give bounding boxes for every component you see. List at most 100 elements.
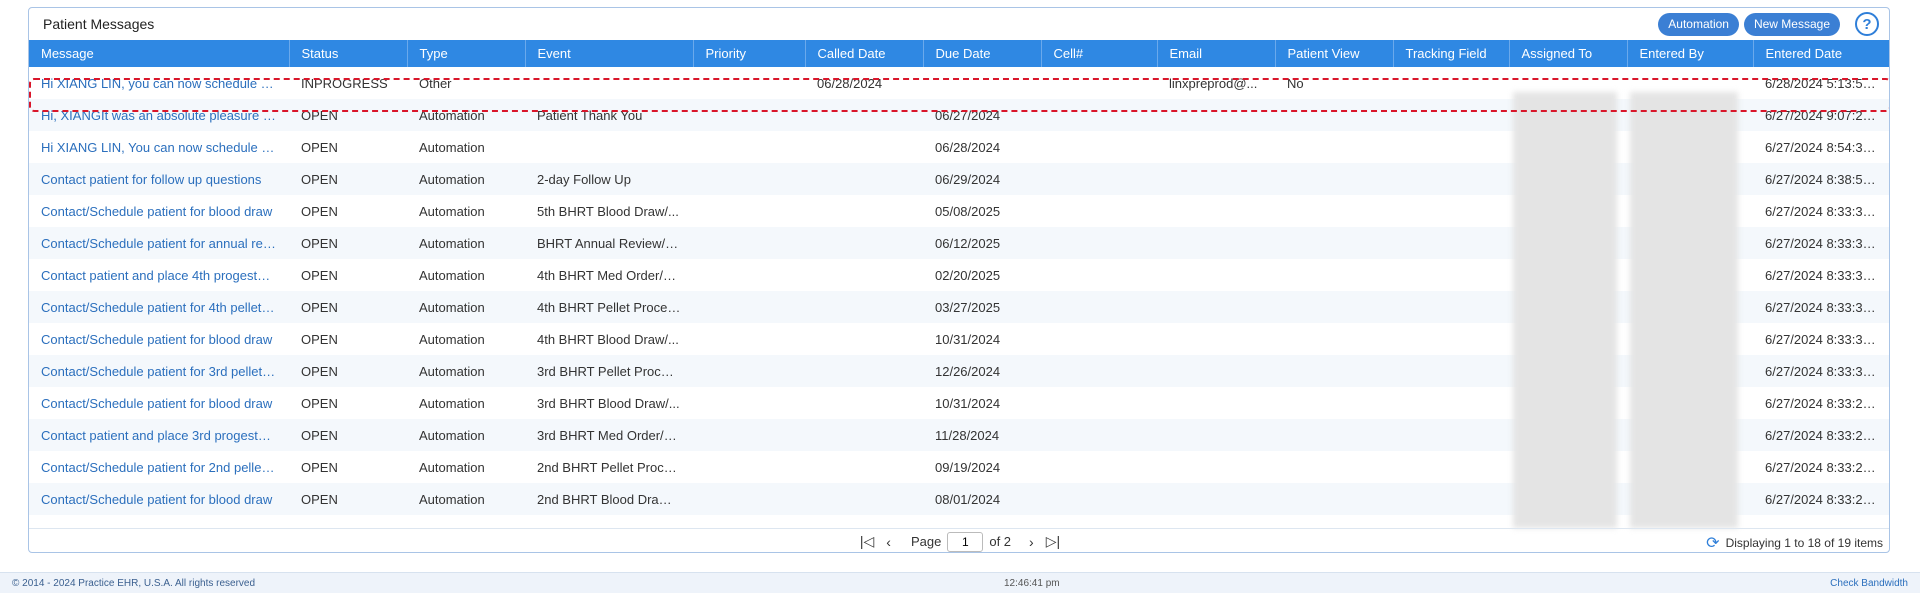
table-cell: 6/27/2024 9:07:22 A... bbox=[1753, 99, 1889, 131]
table-cell: 6/27/2024 8:33:29 A... bbox=[1753, 419, 1889, 451]
table-cell: 6/28/2024 5:13:50 A... bbox=[1765, 75, 1889, 91]
table-cell bbox=[1157, 323, 1275, 355]
table-cell bbox=[1275, 291, 1393, 323]
column-header-entered-by[interactable]: Entered By bbox=[1627, 40, 1754, 67]
header-actions: Automation New Message ? bbox=[1658, 12, 1879, 36]
table-cell: Automation bbox=[419, 395, 485, 411]
table-cell: 6/27/2024 8:33:29 A... bbox=[1765, 395, 1889, 411]
message-link[interactable]: Contact/Schedule patient for annual revi… bbox=[29, 227, 289, 259]
new-message-button[interactable]: New Message bbox=[1743, 12, 1840, 36]
column-header-due-date[interactable]: Due Date bbox=[923, 40, 1042, 67]
table-cell bbox=[805, 419, 923, 451]
table-cell: OPEN bbox=[289, 99, 407, 131]
table-cell: OPEN bbox=[301, 139, 338, 155]
column-header-tracking-field[interactable]: Tracking Field bbox=[1393, 40, 1510, 67]
table-cell bbox=[525, 131, 693, 163]
column-header-type[interactable]: Type bbox=[407, 40, 526, 67]
table-cell bbox=[693, 259, 805, 291]
table-cell bbox=[1393, 131, 1509, 163]
table-cell bbox=[1157, 99, 1275, 131]
message-link[interactable]: Contact patient for follow up questions bbox=[29, 163, 289, 195]
display-count: Displaying 1 to 18 of 19 items bbox=[1725, 536, 1883, 550]
table-cell: 3rd BHRT Med Order/1... bbox=[525, 419, 693, 451]
table-cell: OPEN bbox=[301, 395, 338, 411]
table-cell bbox=[1275, 195, 1393, 227]
table-cell bbox=[1393, 99, 1509, 131]
table-cell: 2nd BHRT Blood Draw/... bbox=[525, 483, 693, 515]
clock: 12:46:41 pm bbox=[1004, 578, 1060, 589]
table-cell: Other bbox=[419, 75, 452, 91]
table-cell: 06/28/2024 bbox=[817, 75, 883, 91]
table-cell: 2-day Follow Up bbox=[525, 163, 693, 195]
first-page-icon[interactable]: |◁ bbox=[860, 533, 874, 550]
refresh-icon[interactable]: ⟳ bbox=[1706, 533, 1719, 552]
column-header-entered-date[interactable]: Entered Date bbox=[1753, 40, 1889, 67]
message-link[interactable]: Contact/Schedule patient for blood draw bbox=[29, 323, 289, 355]
table-cell bbox=[1041, 387, 1157, 419]
table-cell bbox=[1393, 195, 1509, 227]
table-cell bbox=[693, 451, 805, 483]
table-cell: linxpreprod@... bbox=[1169, 75, 1258, 91]
table-cell: Automation bbox=[419, 267, 485, 283]
table-cell bbox=[1393, 67, 1509, 99]
message-link[interactable]: Contact patient and place 4th progestero… bbox=[29, 259, 289, 291]
page-number-input[interactable] bbox=[947, 531, 984, 552]
table-cell: 6/27/2024 8:33:31 A... bbox=[1765, 267, 1889, 283]
table-cell bbox=[1157, 163, 1275, 195]
table-cell bbox=[1275, 419, 1393, 451]
table-cell: OPEN bbox=[289, 419, 407, 451]
table-cell bbox=[1157, 451, 1275, 483]
table-cell bbox=[1157, 259, 1275, 291]
last-page-icon[interactable]: ▷| bbox=[1046, 533, 1060, 550]
table-cell: 08/01/2024 bbox=[923, 483, 1041, 515]
column-header-status[interactable]: Status bbox=[289, 40, 408, 67]
message-link[interactable]: Contact/Schedule patient for blood draw bbox=[29, 387, 289, 419]
automation-button[interactable]: Automation bbox=[1658, 12, 1739, 36]
message-link[interactable]: Hi, XIANGIt was an absolute pleasure mee… bbox=[29, 99, 289, 131]
table-cell: 06/29/2024 bbox=[923, 163, 1041, 195]
message-link[interactable]: Contact/Schedule patient for blood draw bbox=[29, 195, 289, 227]
column-header-called-date[interactable]: Called Date bbox=[805, 40, 924, 67]
table-cell bbox=[693, 291, 805, 323]
table-cell: 6/27/2024 8:38:57 A... bbox=[1753, 163, 1889, 195]
page-label: Page bbox=[910, 534, 942, 549]
table-cell: 4th BHRT Blood Draw/... bbox=[537, 331, 679, 347]
copyright: © 2014 - 2024 Practice EHR, U.S.A. All r… bbox=[12, 578, 256, 589]
message-link[interactable]: Hi XIANG LIN, you can now schedule an ap… bbox=[29, 67, 289, 99]
table-cell bbox=[923, 67, 1041, 99]
table-cell bbox=[805, 195, 923, 227]
entered-by-redaction bbox=[1630, 92, 1738, 528]
message-link[interactable]: Contact/Schedule patient for 2nd pellet … bbox=[29, 451, 289, 483]
table-cell: Automation bbox=[407, 483, 525, 515]
table-cell bbox=[693, 483, 805, 515]
column-header-event[interactable]: Event bbox=[525, 40, 694, 67]
column-header-message[interactable]: Message bbox=[29, 40, 290, 67]
table-cell bbox=[1393, 355, 1509, 387]
prev-page-icon[interactable]: ‹ bbox=[886, 534, 891, 550]
table-cell: 6/27/2024 8:33:31 A... bbox=[1753, 291, 1889, 323]
table-cell bbox=[1157, 131, 1275, 163]
table-cell: Automation bbox=[407, 163, 525, 195]
help-icon[interactable]: ? bbox=[1855, 12, 1879, 36]
table-cell: 06/27/2024 bbox=[923, 99, 1041, 131]
pager-status: ⟳ Displaying 1 to 18 of 19 items bbox=[1706, 533, 1883, 552]
panel-header: Patient Messages Automation New Message … bbox=[29, 8, 1889, 40]
column-header-email[interactable]: Email bbox=[1157, 40, 1276, 67]
next-page-icon[interactable]: › bbox=[1029, 534, 1034, 550]
message-link[interactable]: Contact/Schedule patient for 3rd pellet … bbox=[29, 355, 289, 387]
check-bandwidth-link[interactable]: Check Bandwidth bbox=[1830, 578, 1908, 589]
message-link[interactable]: Contact/Schedule patient for 4th pellet … bbox=[29, 291, 289, 323]
message-link[interactable]: Contact/Schedule patient for blood draw bbox=[29, 483, 289, 515]
column-header-cell[interactable]: Cell# bbox=[1041, 40, 1158, 67]
table-cell bbox=[1157, 355, 1275, 387]
table-cell bbox=[1041, 483, 1157, 515]
table-cell bbox=[693, 131, 805, 163]
message-link[interactable]: Hi XIANG LIN, You can now schedule an ap… bbox=[29, 131, 289, 163]
table-cell: 3rd BHRT Pellet Proced... bbox=[525, 355, 693, 387]
table-cell bbox=[805, 323, 923, 355]
column-header-assigned-to[interactable]: Assigned To bbox=[1509, 40, 1628, 67]
column-header-patient-view[interactable]: Patient View bbox=[1275, 40, 1394, 67]
message-link[interactable]: Contact patient and place 3rd progestero… bbox=[29, 419, 289, 451]
column-header-priority[interactable]: Priority bbox=[693, 40, 806, 67]
patient-messages-panel: Patient Messages Automation New Message … bbox=[28, 7, 1890, 553]
